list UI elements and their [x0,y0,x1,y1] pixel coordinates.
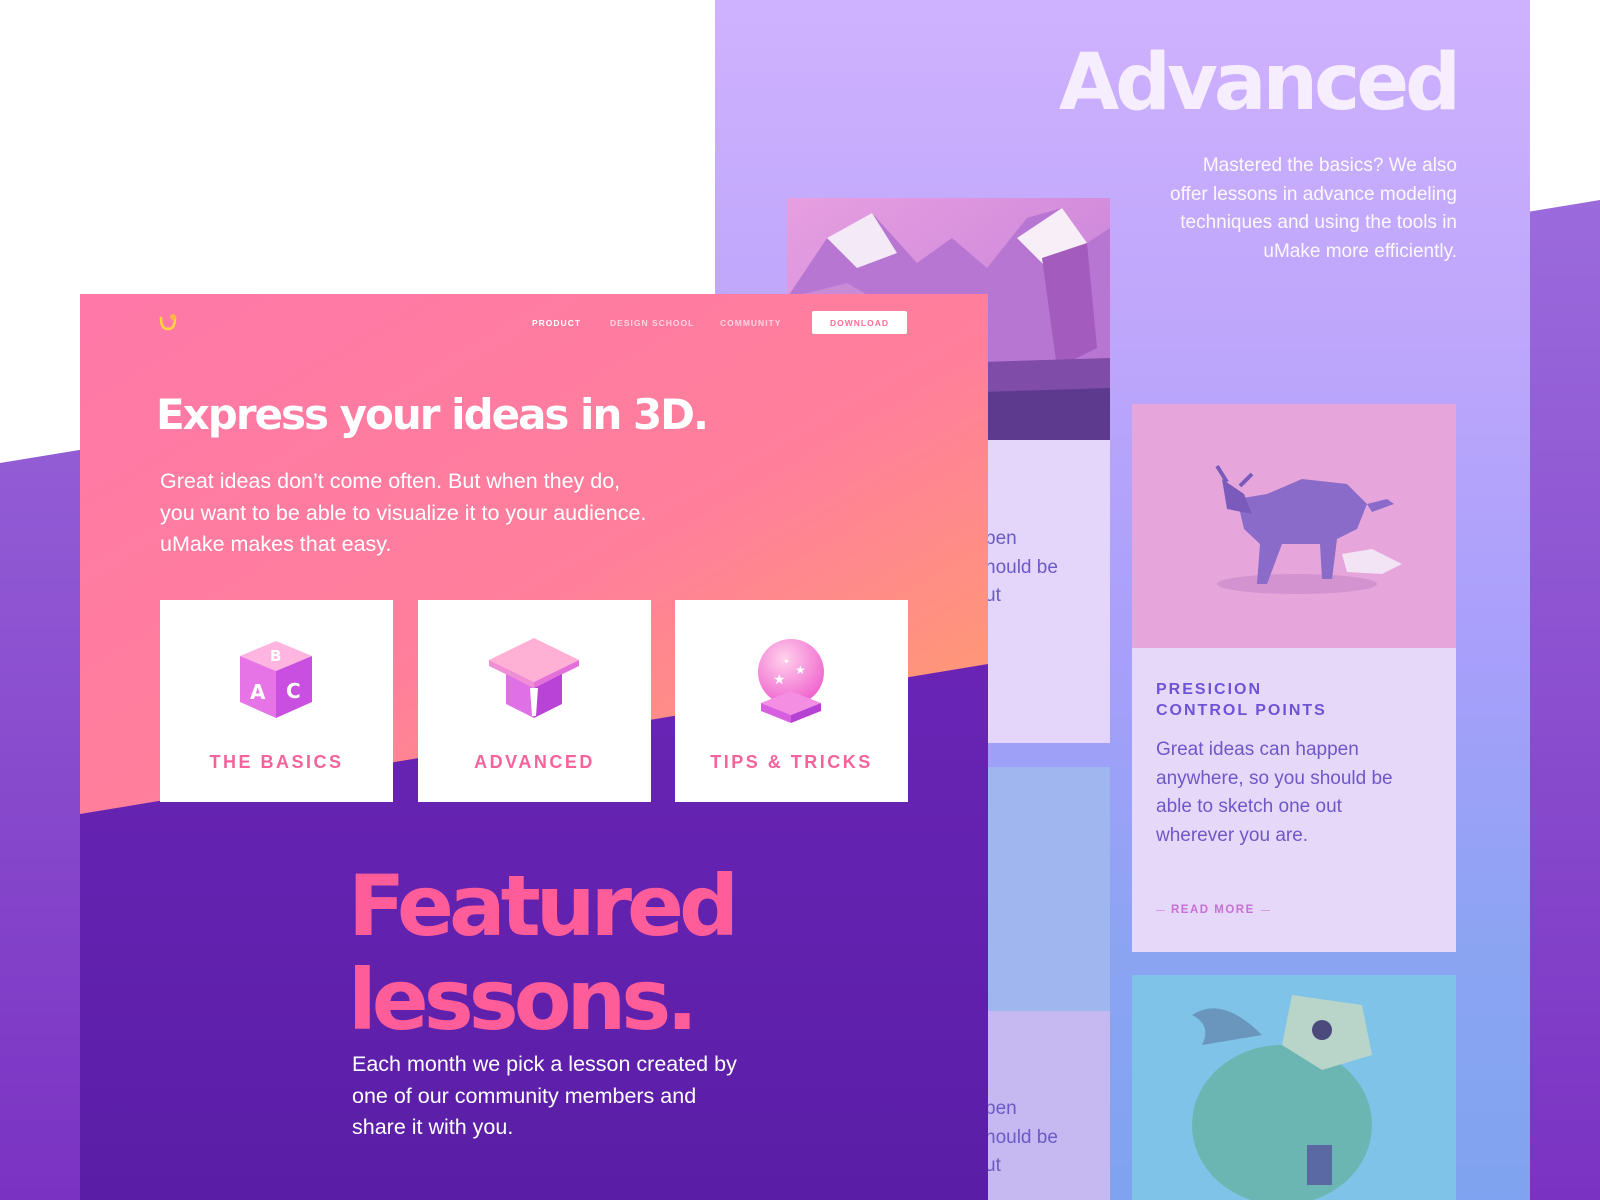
svg-text:B: B [270,647,281,665]
svg-text:✦: ✦ [783,657,790,666]
lesson-card[interactable] [1132,975,1456,1200]
hero-description: Great ideas don’t come often. But when t… [160,469,647,556]
nav-community[interactable]: COMMUNITY [720,318,781,328]
crystal-ball-icon: ★ ★ ✦ [758,639,824,723]
umake-logo[interactable] [158,312,180,334]
svg-text:★: ★ [795,663,806,677]
category-card-advanced[interactable]: ADVANCED [418,600,651,802]
category-label: TIPS & TRICKS [710,752,873,772]
advanced-description: Mastered the basics? We also offer lesso… [1170,155,1457,262]
hero-title: Express your ideas in 3D. [156,390,709,439]
category-label: ADVANCED [474,752,595,772]
download-button[interactable]: DOWNLOAD [812,311,907,334]
category-label: THE BASICS [209,752,344,772]
category-card-tips[interactable]: ★ ★ ✦ TIPS & TRICKS [675,600,908,802]
lesson-card-text-fragment: pen hould be ut [985,528,1058,606]
svg-text:A: A [250,680,266,704]
featured-description: Each month we pick a lesson created by o… [352,1052,737,1139]
nav-product[interactable]: PRODUCT [532,318,581,328]
card-body: Great ideas can happen anywhere, so you … [1156,739,1393,846]
creature-illustration [1132,975,1456,1200]
bull-illustration [1132,404,1456,648]
read-more-link[interactable]: READ MORE [1156,904,1270,916]
nav-design-school[interactable]: DESIGN SCHOOL [610,318,694,328]
advanced-title: Advanced [1058,38,1461,128]
abc-block-icon: B A C [240,641,312,718]
lesson-card-text-fragment: pen hould be ut [985,1098,1058,1176]
home-page: PRODUCT DESIGN SCHOOL COMMUNITY DOWNLOAD… [80,294,988,1200]
category-card-basics[interactable]: B A C THE BASICS [160,600,393,802]
card-title: PRESICION CONTROL POINTS [1156,681,1327,719]
featured-lesson-card[interactable]: PRESICION CONTROL POINTS Great ideas can… [1132,404,1456,952]
graduation-cap-icon [489,638,579,718]
svg-text:C: C [286,679,301,703]
svg-text:★: ★ [773,672,786,688]
decorative-line [1260,909,1270,911]
featured-title: Featured lessons. [348,857,739,1049]
decorative-line [1156,909,1165,911]
